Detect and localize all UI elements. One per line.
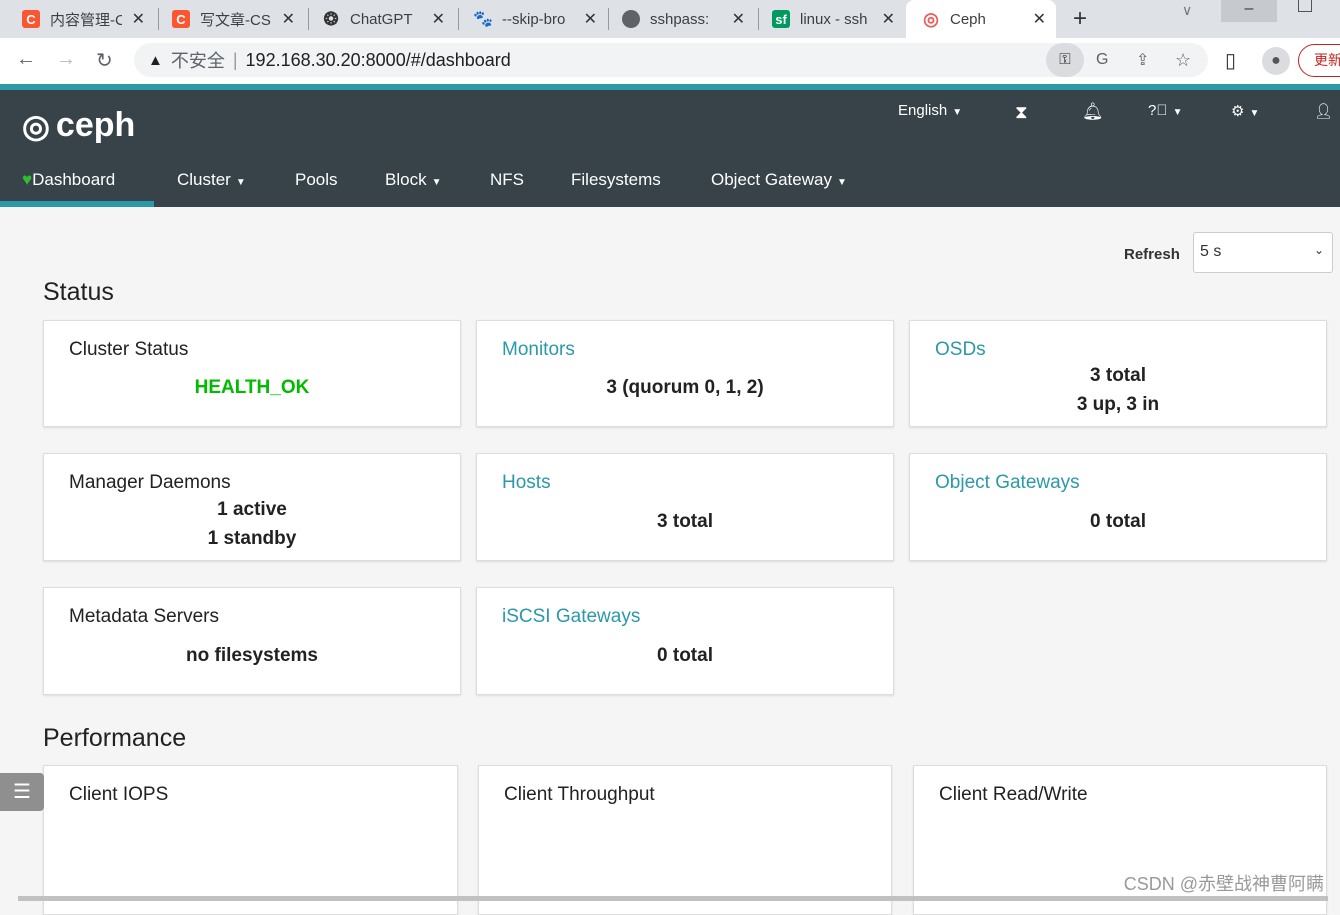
hourglass-icon[interactable]: ⧗ [1015, 102, 1028, 123]
openai-icon: ❂ [323, 8, 339, 29]
hosts-card[interactable]: Hosts 3 total [476, 453, 894, 561]
metadata-servers-card: Metadata Servers no filesystems [43, 587, 461, 695]
cluster-status-card: Cluster Status HEALTH_OK [43, 320, 461, 427]
update-button[interactable]: 更新 [1298, 44, 1340, 77]
browser-tab[interactable]: C 内容管理-C ✕ [0, 0, 155, 38]
back-icon[interactable]: ← [16, 48, 36, 71]
maximize-button[interactable] [1298, 0, 1312, 12]
language-dropdown[interactable]: English ▼ [898, 102, 962, 119]
browser-tab[interactable]: sshpass: ✕ [600, 0, 755, 38]
profile-icon[interactable]: ● [1262, 47, 1290, 75]
active-nav-indicator [0, 201, 154, 207]
nav-block[interactable]: Block ▼ [385, 170, 441, 190]
status-heading: Status [43, 278, 114, 306]
reload-icon[interactable]: ↻ [96, 48, 113, 73]
osds-link[interactable]: OSDs [935, 339, 986, 361]
ceph-navbar: ◎ ceph English ▼ ⧗ 🔔︎ ?⃝ ▼ ⚙ ▼ 👤︎ ♥Dashboard… [0, 90, 1340, 207]
tab-search-icon[interactable]: ∨ [1182, 2, 1192, 19]
forward-icon[interactable]: → [56, 48, 76, 71]
close-tab-icon[interactable]: ✕ [1033, 9, 1046, 29]
object-gateways-card[interactable]: Object Gateways 0 total [909, 453, 1327, 561]
new-tab-button[interactable]: + [1073, 5, 1087, 33]
object-gateways-link[interactable]: Object Gateways [935, 472, 1080, 494]
client-throughput-card: Client Throughput [478, 765, 892, 915]
client-iops-card: Client IOPS [43, 765, 458, 915]
ceph-logo[interactable]: ◎ ceph [22, 106, 135, 145]
nav-filesystems[interactable]: Filesystems [571, 170, 661, 190]
performance-heading: Performance [43, 724, 187, 752]
nav-dashboard[interactable]: ♥Dashboard [22, 170, 115, 190]
minimize-button[interactable]: – [1221, 0, 1277, 22]
bell-icon[interactable]: 🔔︎ [1082, 102, 1104, 122]
hosts-link[interactable]: Hosts [502, 472, 551, 494]
osds-card[interactable]: OSDs 3 total 3 up, 3 in [909, 320, 1327, 427]
gear-icon: ⚙ [1231, 103, 1245, 120]
iscsi-gateways-card[interactable]: iSCSI Gateways 0 total [476, 587, 894, 695]
ceph-icon: ◎ [923, 8, 939, 29]
key-icon[interactable]: ⚿ [1046, 43, 1084, 77]
close-tab-icon[interactable]: ✕ [432, 9, 445, 29]
csdn-icon: C [22, 10, 40, 28]
warning-icon: ▲ [148, 51, 163, 69]
refresh-label: Refresh [1124, 246, 1180, 263]
iscsi-gateways-link[interactable]: iSCSI Gateways [502, 606, 640, 628]
browser-tab-bar: C 内容管理-C ✕ C 写文章-CS ✕ ❂ ChatGPT ✕ 🐾 --skip-bro ✕… [0, 0, 1340, 38]
settings-dropdown[interactable]: ⚙ ▼ [1231, 102, 1259, 120]
csdn-icon: C [172, 10, 190, 28]
browser-tab[interactable]: ❂ ChatGPT ✕ [300, 0, 455, 38]
star-icon[interactable]: ☆ [1175, 50, 1191, 71]
manager-daemons-card: Manager Daemons 1 active 1 standby [43, 453, 461, 561]
heartbeat-icon: ♥ [22, 170, 33, 189]
close-tab-icon[interactable]: ✕ [282, 9, 295, 29]
user-icon[interactable]: 👤︎ [1314, 102, 1333, 120]
baidu-icon: 🐾 [473, 11, 493, 28]
nav-pools[interactable]: Pools [295, 170, 338, 190]
translate-icon[interactable]: G [1096, 51, 1108, 69]
close-tab-icon[interactable]: ✕ [132, 9, 145, 29]
ceph-logo-icon: ◎ [22, 107, 50, 144]
list-menu-toggle-icon[interactable]: ☰ [0, 773, 44, 811]
browser-tab[interactable]: sf linux - ssh ✕ [750, 0, 905, 38]
close-tab-icon[interactable]: ✕ [584, 9, 597, 29]
address-bar: ← → ↻ ▲ 不安全 | 192.168.30.20:8000/#/dashb… [0, 38, 1340, 84]
help-icon: ?⃝ [1148, 102, 1168, 119]
refresh-select[interactable]: 5 s ⌄ [1193, 232, 1333, 273]
chevron-down-icon: ⌄ [1313, 243, 1324, 257]
browser-tab[interactable]: C 写文章-CS ✕ [150, 0, 305, 38]
url-input[interactable]: ▲ 不安全 | 192.168.30.20:8000/#/dashboard ⚿… [134, 43, 1208, 77]
sidepanel-icon[interactable]: ▯ [1225, 48, 1236, 73]
close-tab-icon[interactable]: ✕ [732, 9, 745, 29]
watermark: CSDN @赤壁战神曹阿瞒 [1123, 874, 1324, 894]
monitors-link[interactable]: Monitors [502, 339, 575, 361]
nav-nfs[interactable]: NFS [490, 170, 524, 190]
globe-icon [622, 10, 640, 28]
monitors-card[interactable]: Monitors 3 (quorum 0, 1, 2) [476, 320, 894, 427]
help-dropdown[interactable]: ?⃝ ▼ [1148, 102, 1183, 119]
nav-object-gateway[interactable]: Object Gateway ▼ [711, 170, 847, 190]
share-icon[interactable]: ⇪ [1136, 50, 1149, 70]
close-tab-icon[interactable]: ✕ [882, 9, 895, 29]
horizontal-scrollbar[interactable] [18, 896, 1328, 901]
nav-cluster[interactable]: Cluster ▼ [177, 170, 246, 190]
browser-tab[interactable]: 🐾 --skip-bro ✕ [452, 0, 607, 38]
browser-tab-active[interactable]: ◎ Ceph ✕ [906, 0, 1056, 38]
sf-icon: sf [772, 10, 790, 28]
